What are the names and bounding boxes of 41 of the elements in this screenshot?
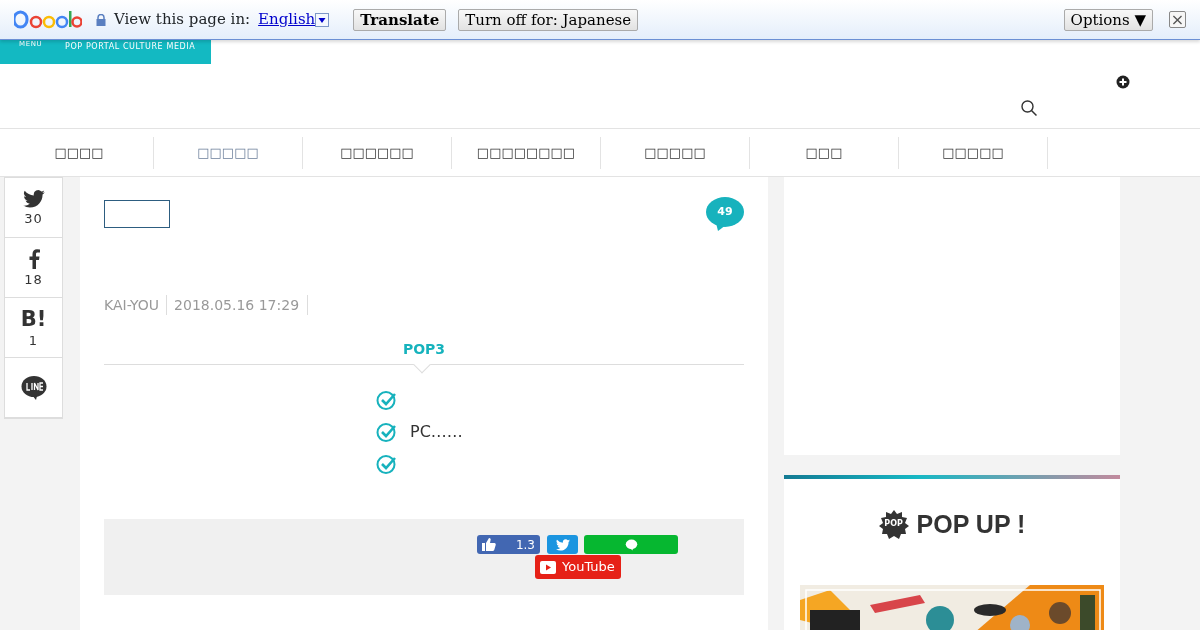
search-icon[interactable] bbox=[1020, 99, 1038, 117]
check-icon bbox=[376, 453, 398, 475]
close-button[interactable]: × bbox=[1169, 11, 1186, 28]
nav-tab[interactable]: □□□□□□□□ bbox=[452, 136, 601, 169]
nav-tab[interactable]: □□□□□ bbox=[899, 136, 1048, 169]
category-tag[interactable] bbox=[104, 200, 170, 228]
summary-item: PC…… bbox=[410, 421, 463, 443]
nav-tab[interactable]: □□□□□ bbox=[154, 136, 303, 169]
nav-tab[interactable]: □□□□□ bbox=[601, 136, 750, 169]
share-count: 1 bbox=[28, 333, 39, 348]
thumbs-up-icon bbox=[482, 538, 496, 551]
youtube-button[interactable]: YouTube bbox=[535, 555, 621, 579]
plus-icon[interactable] bbox=[1116, 75, 1130, 89]
play-icon bbox=[540, 560, 556, 574]
hatena-icon[interactable]: B! bbox=[20, 307, 47, 330]
share-count: 30 bbox=[24, 211, 43, 226]
dropdown-icon[interactable] bbox=[315, 12, 330, 27]
nav-tab[interactable]: □□□□□□ bbox=[303, 136, 452, 169]
check-icon bbox=[376, 421, 398, 443]
like-button[interactable]: 1.3 bbox=[477, 535, 540, 554]
pop-badge: POP bbox=[878, 510, 909, 540]
turn-off-button[interactable]: Turn off for: Japanese bbox=[458, 8, 639, 31]
language-link[interactable]: English bbox=[258, 8, 316, 31]
nav-tab[interactable]: □□□□ bbox=[5, 136, 154, 169]
line-button[interactable] bbox=[584, 535, 678, 554]
check-icon bbox=[376, 389, 398, 411]
chat-bubble-icon bbox=[624, 538, 638, 551]
options-button[interactable]: Options ▼ bbox=[1063, 8, 1153, 31]
section-title: POP UP ! bbox=[916, 509, 1026, 541]
share-count: 18 bbox=[24, 272, 43, 287]
summary-title: POP3 bbox=[401, 340, 447, 359]
bird-icon bbox=[555, 538, 570, 551]
facebook-icon[interactable] bbox=[27, 248, 40, 269]
post-date: 2018.05.16 17:29 bbox=[167, 295, 309, 315]
tweet-button[interactable] bbox=[547, 535, 578, 554]
prompt-text: View this page in: bbox=[114, 9, 251, 31]
bird-icon[interactable] bbox=[22, 189, 45, 208]
tagline: POP PORTAL CULTURE MEDIA bbox=[65, 42, 196, 51]
nav-tab[interactable]: □□□ bbox=[750, 136, 899, 169]
chat-bubble-icon[interactable] bbox=[20, 374, 47, 401]
translate-button[interactable]: Translate bbox=[353, 8, 447, 31]
